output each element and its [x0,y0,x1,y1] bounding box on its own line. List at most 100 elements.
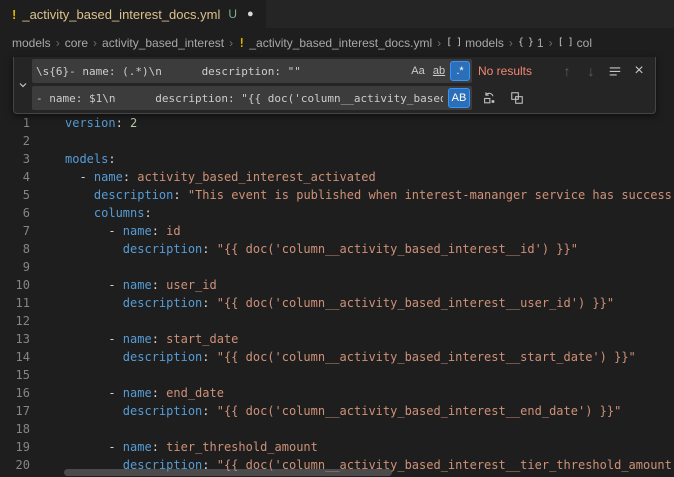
breadcrumb-item[interactable]: activity_based_interest [102,36,224,50]
code-line[interactable]: 2 [0,132,674,150]
code-token: : [202,404,216,418]
next-match-button[interactable]: ↓ [580,60,602,82]
code-line-content: - name: activity_based_interest_activate… [65,168,376,186]
code-line[interactable]: 5 description: "This event is published … [0,186,674,204]
whole-word-toggle[interactable]: ab [429,61,449,81]
breadcrumb-item[interactable]: core [65,36,88,50]
code-token: tier_threshold_amount [166,440,318,454]
editor-tab[interactable]: ! _activity_based_interest_docs.yml U ● [0,0,266,28]
replace-input[interactable] [32,86,447,110]
code-line[interactable]: 11 description: "{{ doc('column__activit… [0,294,674,312]
find-row: Aa ab .* No results ↑ ↓ [32,59,650,83]
code-token: - [65,224,123,238]
code-token: : [173,188,187,202]
code-token: : [152,440,166,454]
code-area[interactable]: 1version: 223models:4 - name: activity_b… [0,57,674,474]
array-icon: [ ] [558,37,573,48]
previous-match-button[interactable]: ↑ [556,60,578,82]
code-line[interactable]: 3models: [0,150,674,168]
code-line[interactable]: 8 description: "{{ doc('column__activity… [0,240,674,258]
vscode-window: ! _activity_based_interest_docs.yml U ● … [0,0,674,477]
breadcrumb-item[interactable]: [ ]models [446,36,504,50]
code-token: "{{ doc('column__activity_based_interest… [217,404,622,418]
match-case-toggle[interactable]: Aa [408,61,428,81]
code-token: name [94,170,123,184]
code-token: : [123,170,137,184]
line-number: 20 [0,456,30,474]
code-token: "{{ doc('column__activity_based_interest… [217,242,578,256]
code-line-content: description: "{{ doc('column__activity_b… [65,294,614,312]
replace-all-button[interactable] [506,87,528,109]
line-number: 4 [0,168,30,186]
code-line[interactable]: 14 description: "{{ doc('column__activit… [0,348,674,366]
code-token: user_id [166,278,217,292]
breadcrumb-label: _activity_based_interest_docs.yml [249,36,432,50]
code-token: - [65,278,123,292]
code-token: name [123,386,152,400]
code-token: models [65,152,108,166]
toggle-replace-button[interactable] [14,59,32,110]
code-line[interactable]: 1version: 2 [0,114,674,132]
code-token: : [116,116,130,130]
line-number: 9 [0,258,30,276]
code-token: "This event is published when interest-m… [188,188,672,202]
find-in-selection-button[interactable] [604,60,626,82]
code-token: - [65,386,123,400]
line-number: 12 [0,312,30,330]
preserve-case-toggle[interactable]: AB [448,88,470,108]
line-number: 8 [0,240,30,258]
regex-toggle[interactable]: .* [450,61,470,81]
code-line[interactable]: 15 [0,366,674,384]
code-token [65,350,123,364]
arrow-down-icon: ↓ [588,63,595,79]
line-number: 14 [0,348,30,366]
code-token: name [123,332,152,346]
code-line[interactable]: 17 description: "{{ doc('column__activit… [0,402,674,420]
code-token: start_date [166,332,238,346]
find-nav-group: ↑ ↓ × [556,60,650,82]
code-line[interactable]: 4 - name: activity_based_interest_activa… [0,168,674,186]
code-token: : [152,278,166,292]
code-token [65,188,94,202]
code-line[interactable]: 6 columns: [0,204,674,222]
line-number: 17 [0,402,30,420]
replace-button[interactable] [478,87,500,109]
code-token [65,206,94,220]
code-line[interactable]: 16 - name: end_date [0,384,674,402]
code-token: columns [94,206,145,220]
code-line[interactable]: 19 - name: tier_threshold_amount [0,438,674,456]
code-line-content: description: "{{ doc('column__activity_b… [65,402,621,420]
code-line[interactable]: 13 - name: start_date [0,330,674,348]
line-number: 19 [0,438,30,456]
modified-dot-icon[interactable]: ● [247,9,254,20]
line-number: 2 [0,132,30,150]
code-token: activity_based_interest_activated [137,170,375,184]
code-token: end_date [166,386,224,400]
code-line-content: models: [65,150,116,168]
breadcrumb-item[interactable]: { }1 [518,36,544,50]
code-token: - [65,332,123,346]
code-token: : [152,332,166,346]
warning-icon: ! [238,36,245,50]
close-find-button[interactable]: × [628,60,650,82]
code-line[interactable]: 7 - name: id [0,222,674,240]
code-token: description [123,242,202,256]
editor-area: 1version: 223models:4 - name: activity_b… [0,57,674,477]
line-number: 6 [0,204,30,222]
breadcrumb-label: activity_based_interest [102,36,224,50]
code-token [65,404,123,418]
code-line[interactable]: 9 [0,258,674,276]
code-token [65,296,123,310]
code-line[interactable]: 10 - name: user_id [0,276,674,294]
array-icon: [ ] [446,37,461,48]
code-token: : [152,386,166,400]
breadcrumb-item[interactable]: [ ]col [558,36,592,50]
breadcrumb-item[interactable]: ! _activity_based_interest_docs.yml [238,36,432,50]
code-line[interactable]: 18 [0,420,674,438]
code-line-content: - name: tier_threshold_amount [65,438,318,456]
code-line[interactable]: 12 [0,312,674,330]
breadcrumb-item[interactable]: models [12,36,51,50]
code-token: name [123,278,152,292]
horizontal-scrollbar[interactable] [64,469,392,476]
search-input[interactable] [32,59,407,83]
